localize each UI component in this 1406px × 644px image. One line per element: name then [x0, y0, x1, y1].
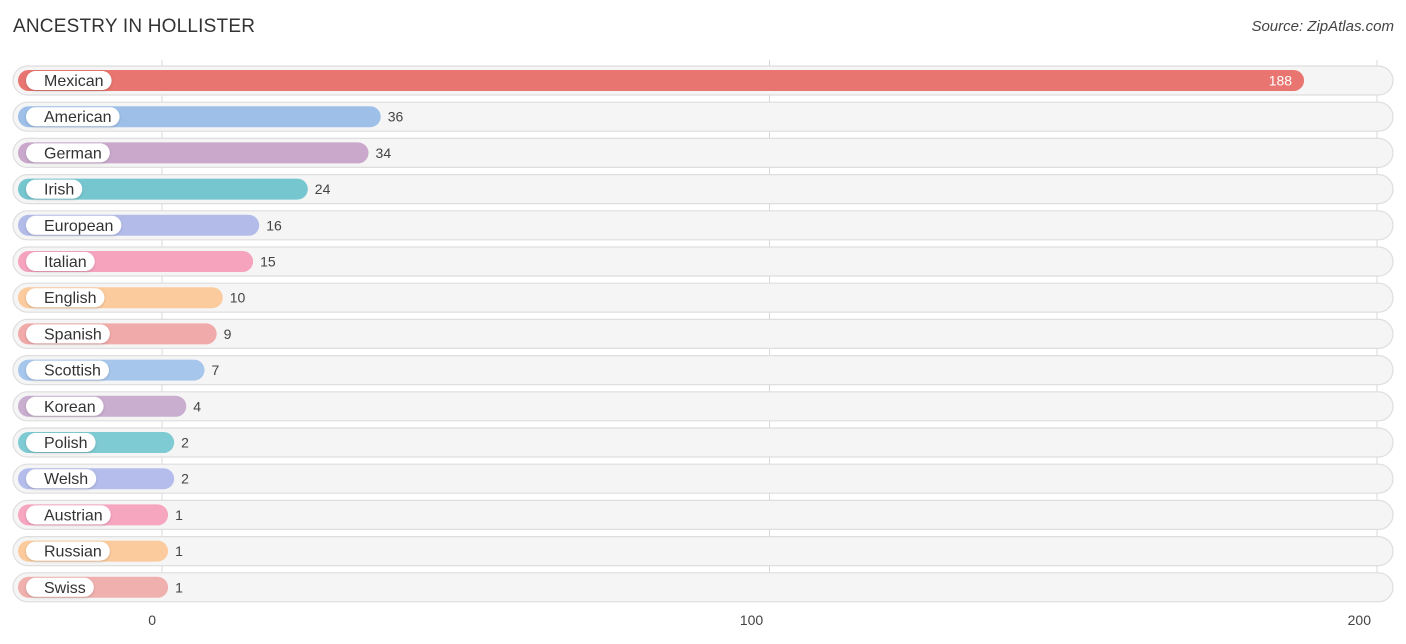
row-background	[12, 427, 1394, 458]
category-label: English	[44, 290, 96, 307]
row-background	[12, 499, 1394, 530]
category-label: American	[44, 109, 112, 126]
category-label: Russian	[44, 544, 102, 561]
category-label: Korean	[44, 399, 96, 416]
category-label: Scottish	[44, 363, 101, 380]
category-label: Mexican	[44, 73, 104, 90]
value-label: 9	[224, 326, 232, 342]
x-tick-label: 100	[740, 612, 764, 628]
value-label: 2	[181, 471, 189, 487]
value-label: 1	[175, 579, 183, 595]
value-label: 1	[175, 507, 183, 523]
category-label: Spanish	[44, 326, 102, 343]
category-label: Austrian	[44, 507, 103, 524]
row-background	[12, 391, 1394, 422]
bar-chart: Mexican 188American 36German 34Irish 24Europ…	[12, 60, 1394, 628]
value-label: 36	[388, 109, 404, 125]
value-label: 1	[175, 543, 183, 559]
x-tick-label: 0	[148, 612, 156, 628]
category-label: German	[44, 145, 102, 162]
bar-mexican	[18, 70, 1305, 91]
value-label: 188	[1269, 73, 1293, 89]
x-tick-label: 200	[1348, 612, 1372, 628]
category-label: Irish	[44, 182, 74, 199]
value-label: 24	[315, 181, 331, 197]
category-label: Italian	[44, 254, 87, 271]
row-background	[12, 572, 1394, 603]
row-background	[12, 355, 1394, 386]
category-label: European	[44, 218, 113, 235]
value-label: 34	[376, 145, 392, 161]
category-label: Welsh	[44, 471, 88, 488]
value-label: 15	[260, 254, 276, 270]
category-label: Polish	[44, 435, 88, 452]
value-label: 4	[193, 398, 201, 414]
row-background	[12, 463, 1394, 494]
value-label: 2	[181, 435, 189, 451]
value-label: 10	[230, 290, 246, 306]
value-label: 7	[212, 362, 220, 378]
value-label: 16	[266, 217, 282, 233]
row-background	[12, 318, 1394, 349]
row-background	[12, 535, 1394, 567]
category-label: Swiss	[44, 580, 86, 597]
